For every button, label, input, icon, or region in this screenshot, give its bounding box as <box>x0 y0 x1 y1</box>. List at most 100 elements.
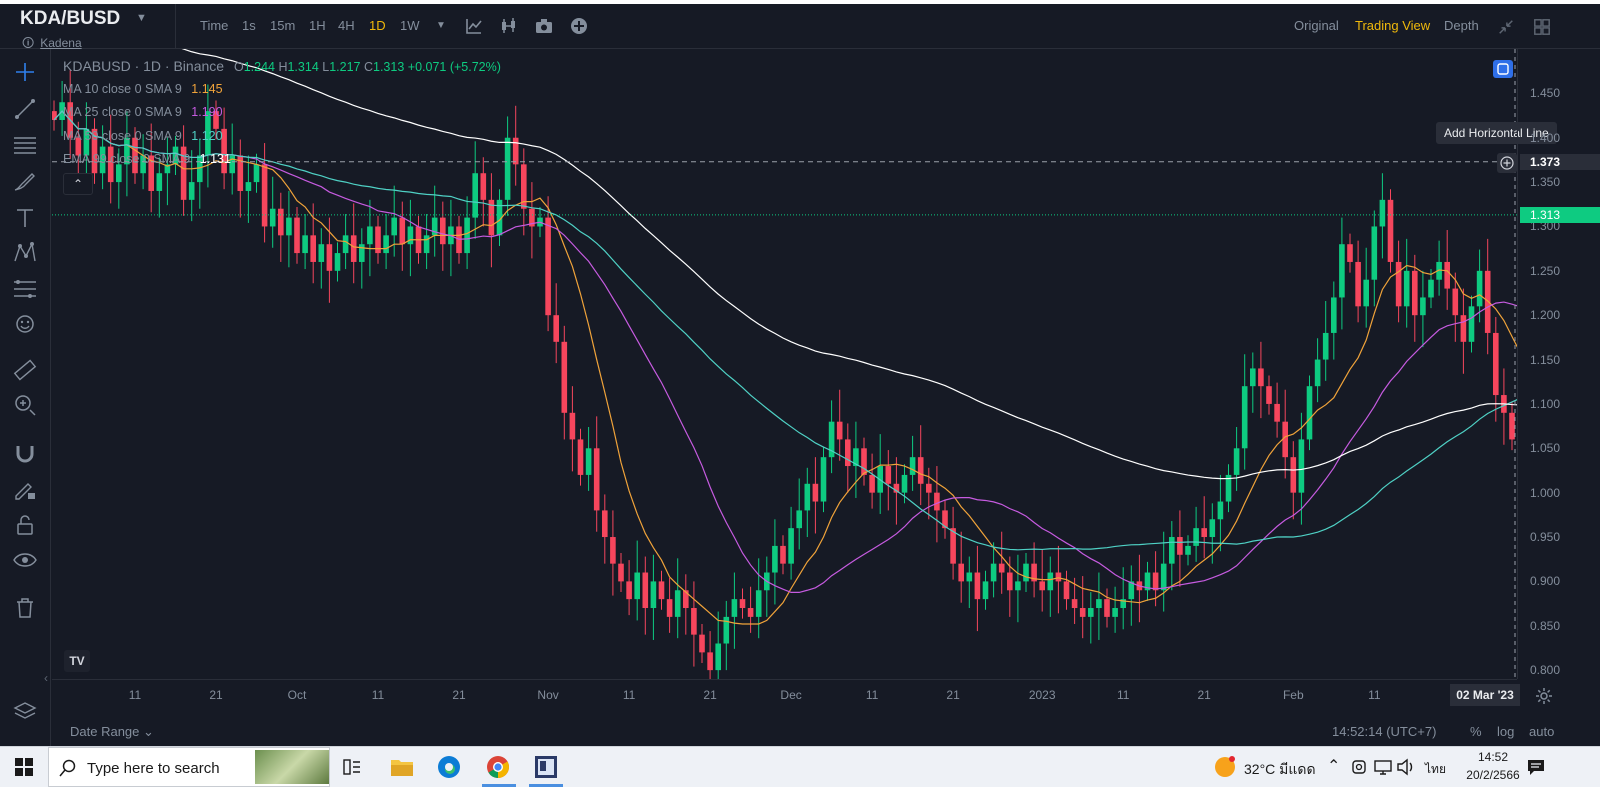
channel-lines-icon[interactable] <box>12 132 38 158</box>
candle-down <box>974 572 981 600</box>
interval-time[interactable]: Time <box>200 18 228 33</box>
candle-down <box>1509 412 1515 440</box>
date-range-dropdown[interactable]: Date Range ⌄ <box>70 724 154 740</box>
indicator-ema99[interactable]: EMA 99 close 0 SMA 9 1.131 <box>63 152 231 166</box>
view-trading-view[interactable]: Trading View <box>1355 18 1430 33</box>
indicators-icon[interactable] <box>464 16 484 36</box>
indicator-ma10[interactable]: MA 10 close 0 SMA 9 1.145 <box>63 82 223 96</box>
candle-down <box>998 563 1005 573</box>
interval-15m[interactable]: 15m <box>270 18 295 33</box>
auto-scale-toggle[interactable]: auto <box>1529 724 1554 739</box>
pair-title[interactable]: KDA/BUSD <box>20 8 120 30</box>
candle-down <box>691 608 697 635</box>
edge-browser-icon[interactable] <box>437 755 461 779</box>
fib-levels-icon[interactable] <box>12 276 38 302</box>
candle-up <box>464 217 470 254</box>
price-axis[interactable]: 1.450 1.400 1.350 1.300 1.250 1.200 1.150 1.100… <box>1517 49 1600 679</box>
taskbar-search-box[interactable]: Type here to search <box>48 747 330 787</box>
input-language[interactable]: ไทย <box>1425 760 1446 779</box>
add-circle-icon[interactable] <box>569 16 589 36</box>
taskbar-date[interactable]: 20/2/2566 <box>1458 768 1528 782</box>
interval-4h[interactable]: 4H <box>338 18 355 33</box>
candle-up <box>755 590 762 617</box>
log-scale-toggle[interactable]: log <box>1497 724 1514 739</box>
coin-name-label: Kadena <box>40 36 82 50</box>
grid-layout-icon[interactable] <box>1533 18 1551 36</box>
magnet-icon[interactable] <box>12 441 38 467</box>
crosshair-icon[interactable] <box>12 59 38 85</box>
indicator-ma25[interactable]: MA 25 close 0 SMA 9 1.190 <box>63 105 223 119</box>
eye-icon[interactable] <box>12 547 38 573</box>
time-tick-label: 21 <box>209 688 223 702</box>
interval-1h[interactable]: 1H <box>309 18 326 33</box>
camera-icon[interactable] <box>534 16 554 36</box>
candle-up <box>1185 545 1191 555</box>
weather-sun-icon[interactable] <box>1214 756 1236 778</box>
layers-icon[interactable] <box>12 699 38 725</box>
lock-drawing-icon[interactable] <box>12 476 38 502</box>
candle-down <box>577 439 584 475</box>
candle-down <box>261 164 268 227</box>
notifications-icon[interactable] <box>1526 758 1546 776</box>
interval-1s[interactable]: 1s <box>242 18 256 33</box>
add-horizontal-line-button[interactable] <box>1497 153 1517 173</box>
candle-type-icon[interactable] <box>499 16 519 36</box>
candlestick-chart[interactable] <box>52 49 1517 679</box>
candle-up <box>1169 537 1175 564</box>
percent-scale-toggle[interactable]: % <box>1470 724 1482 739</box>
indicator-label: MA 10 close 0 SMA 9 <box>63 82 182 96</box>
candle-up <box>796 510 802 529</box>
time-axis[interactable]: 11 21 Oct 11 21 Nov 11 21 Dec 11 21 2023 11 21 Feb 11 0… <box>52 679 1520 710</box>
trash-icon[interactable] <box>12 595 38 621</box>
brush-icon[interactable] <box>12 169 38 195</box>
collapse-arrow-icon[interactable]: ‹ <box>44 671 48 685</box>
collapse-icon[interactable] <box>1497 18 1515 36</box>
settings-gear-icon[interactable] <box>1535 687 1553 705</box>
time-tick-label: 11 <box>622 688 636 702</box>
file-explorer-icon[interactable] <box>390 756 414 778</box>
time-tick-label: 11 <box>1368 688 1381 702</box>
search-icon <box>59 759 76 777</box>
task-view-icon[interactable] <box>342 757 362 777</box>
candle-up <box>585 448 592 475</box>
change-value: +0.071 (+5.72%) <box>407 60 501 74</box>
taskbar-time[interactable]: 14:52 <box>1468 750 1518 764</box>
indicator-ma50[interactable]: MA 50 close 0 SMA 9 1.120 <box>63 129 223 143</box>
screenshot-toggle-button[interactable] <box>1493 60 1513 78</box>
candle-up <box>1339 244 1345 298</box>
candle-up <box>342 235 349 254</box>
candle-up <box>391 217 397 236</box>
time-tick-label: 21 <box>703 688 717 702</box>
candle-down <box>553 315 559 342</box>
trend-line-icon[interactable] <box>12 96 38 122</box>
candle-up <box>901 474 908 493</box>
windows-start-icon[interactable] <box>14 757 34 777</box>
close-label: C <box>363 60 373 74</box>
symbol-line: KDABUSD · 1D · Binance <box>63 58 225 74</box>
candle-up <box>1088 608 1094 617</box>
meet-now-icon[interactable] <box>1350 758 1368 776</box>
chevron-down-icon[interactable]: ▼ <box>136 12 147 24</box>
candle-down <box>934 492 940 511</box>
volume-icon[interactable] <box>1396 758 1416 776</box>
candle-up <box>253 164 260 183</box>
app-window-icon[interactable] <box>534 755 558 779</box>
zoom-in-icon[interactable] <box>12 392 38 418</box>
chrome-browser-icon[interactable] <box>486 755 510 779</box>
network-icon[interactable] <box>1373 758 1393 776</box>
chevron-up-icon[interactable]: ⌃ <box>1327 756 1340 776</box>
interval-1w[interactable]: 1W <box>400 18 420 33</box>
info-icon: 🛈 <box>22 36 35 50</box>
pattern-icon[interactable] <box>12 240 38 266</box>
view-depth[interactable]: Depth <box>1444 18 1479 33</box>
interval-more-icon[interactable]: ▼ <box>436 20 446 31</box>
view-original[interactable]: Original <box>1294 18 1339 33</box>
weather-text[interactable]: 32°C มีแดด <box>1244 759 1316 781</box>
ruler-icon[interactable] <box>12 357 38 383</box>
collapse-legend-button[interactable]: ⌃ <box>63 173 93 195</box>
candle-down <box>747 608 754 617</box>
unlock-icon[interactable] <box>12 512 38 538</box>
text-tool-icon[interactable] <box>12 205 38 231</box>
emoji-icon[interactable] <box>12 311 38 337</box>
interval-1d[interactable]: 1D <box>369 18 386 33</box>
